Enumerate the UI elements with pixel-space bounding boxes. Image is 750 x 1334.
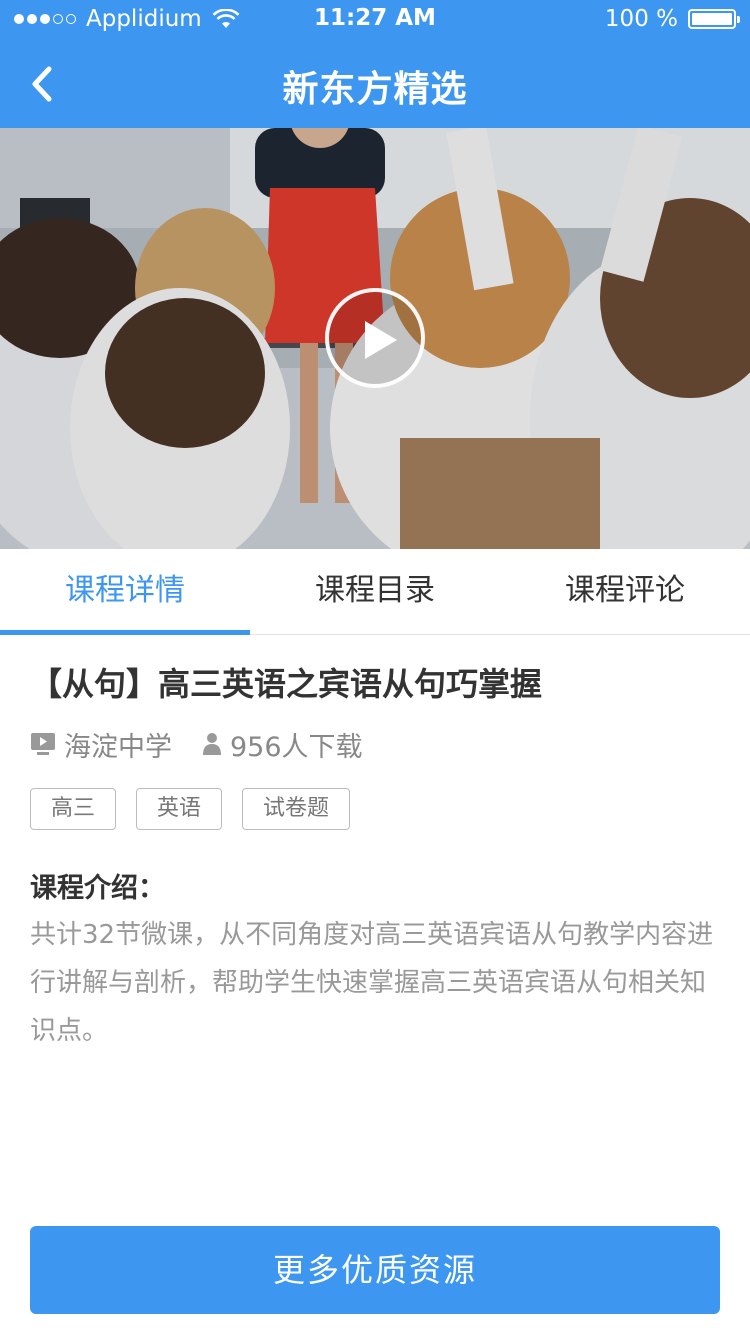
play-icon [365, 321, 397, 359]
page-title: 新东方精选 [282, 69, 468, 110]
video-player[interactable] [0, 128, 750, 549]
status-right: 100 % [604, 6, 740, 32]
school-name: 海淀中学 [64, 731, 172, 763]
tag-subject[interactable]: 英语 [136, 788, 223, 830]
tab-course-comments[interactable]: 课程评论 [500, 549, 750, 634]
course-tabs: 课程详情 课程目录 课程评论 [0, 549, 750, 635]
nav-bar: 新东方精选 [0, 40, 750, 128]
tag-type[interactable]: 试卷题 [242, 788, 351, 830]
tag-grade[interactable]: 高三 [30, 788, 117, 830]
screen: Applidium 11:27 AM 100 % 新东方精选 课程详情 课程目录… [0, 0, 750, 1334]
school-info: 海淀中学 [30, 725, 172, 764]
course-meta: 海淀中学 956人下载 [30, 724, 720, 764]
header: Applidium 11:27 AM 100 % 新东方精选 [0, 0, 750, 128]
intro-label: 课程介绍： [30, 873, 165, 904]
battery-icon [688, 9, 740, 29]
download-count: 956人下载 [230, 731, 363, 763]
video-school-icon [31, 733, 55, 755]
tab-course-catalog[interactable]: 课程目录 [250, 549, 500, 634]
more-resources-button[interactable]: 更多优质资源 [30, 1226, 720, 1314]
play-button[interactable] [325, 288, 425, 388]
course-title: 【从句】高三英语之宾语从句巧掌握 [30, 665, 543, 703]
user-icon [203, 733, 221, 755]
battery-percentage: 100 % [604, 6, 678, 32]
status-bar: Applidium 11:27 AM 100 % [0, 0, 750, 40]
download-info: 956人下载 [202, 725, 363, 764]
course-tags: 高三 英语 试卷题 [30, 788, 720, 830]
tab-course-details[interactable]: 课程详情 [0, 549, 250, 635]
intro-text: 共计32节微课，从不同角度对高三英语宾语从句教学内容进行讲解与剖析，帮助学生快速… [30, 920, 714, 1046]
course-details: 【从句】高三英语之宾语从句巧掌握 海淀中学 956人下载 高三 英语 试卷题 课… [30, 660, 720, 1055]
